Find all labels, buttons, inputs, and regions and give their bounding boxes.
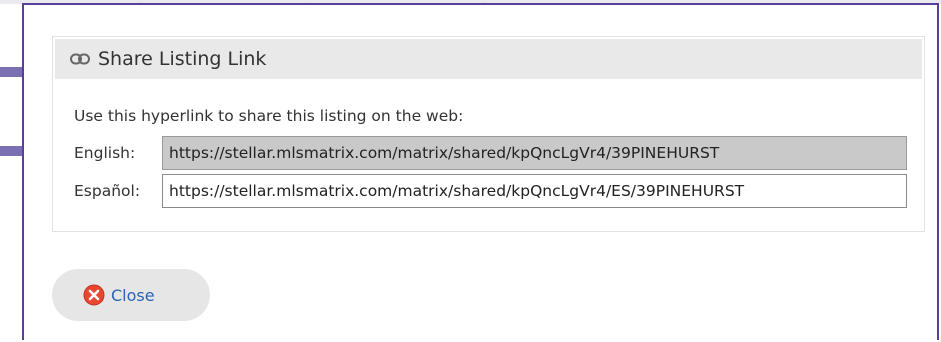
share-listing-dialog: Share Listing Link Use this hyperlink to… [22,3,939,340]
share-link-panel: Share Listing Link Use this hyperlink to… [52,36,925,232]
close-button[interactable]: Close [52,269,210,321]
english-url-field[interactable] [162,136,907,170]
background-row-marker [0,67,22,77]
spanish-label: Español: [74,182,141,200]
close-button-label: Close [111,285,155,305]
panel-header: Share Listing Link [55,39,922,79]
dialog-title: Share Listing Link [98,47,267,70]
share-instructions: Use this hyperlink to share this listing… [74,107,464,125]
english-link-row: English: [74,136,907,170]
background-row-marker [0,146,22,156]
spanish-link-row: Español: [74,174,907,208]
close-circle-icon [83,284,105,306]
link-chain-icon [70,52,90,66]
spanish-url-field[interactable] [162,174,907,208]
english-label: English: [74,144,136,162]
